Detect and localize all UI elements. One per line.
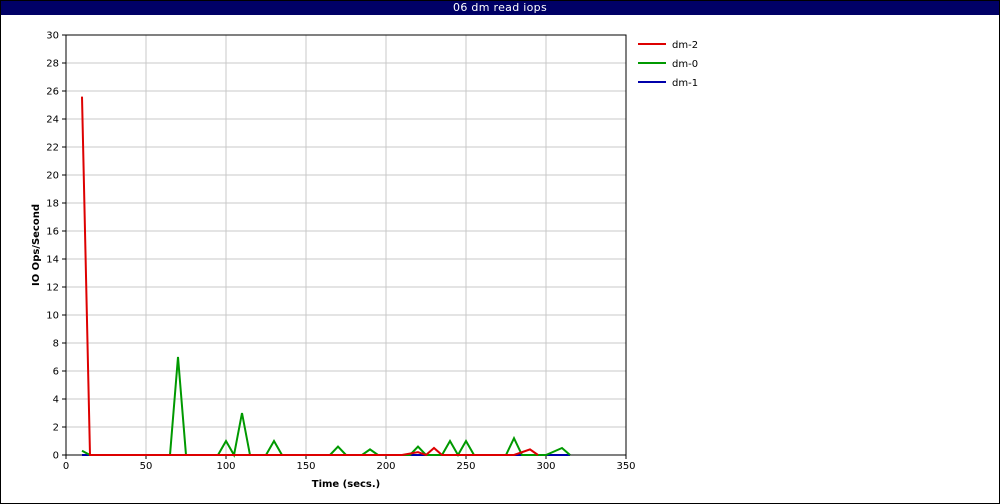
legend-label: dm-0: [672, 59, 698, 70]
y-tick-label: 12: [46, 283, 59, 294]
y-tick-label: 22: [46, 143, 59, 154]
y-tick-label: 28: [46, 59, 59, 70]
y-tick-label: 20: [46, 171, 59, 182]
y-tick-label: 4: [53, 395, 59, 406]
y-tick-label: 30: [46, 31, 59, 42]
y-tick-label: 18: [46, 199, 59, 210]
plot-area: [65, 34, 627, 456]
y-tick-label: 2: [53, 423, 59, 434]
y-tick-label: 16: [46, 227, 59, 238]
y-axis-label: IO Ops/Second: [31, 204, 42, 286]
x-tick-label: 350: [616, 461, 635, 472]
series-line-dm-2: [81, 96, 539, 457]
y-axis-ticks: 024681012141618202224262830: [46, 31, 66, 462]
y-tick-label: 10: [46, 311, 59, 322]
y-tick-label: 14: [46, 255, 59, 266]
x-tick-label: 300: [536, 461, 555, 472]
y-tick-label: 24: [46, 115, 59, 126]
x-axis-label: Time (secs.): [312, 479, 381, 490]
legend-label: dm-2: [672, 40, 698, 51]
x-tick-label: 50: [140, 461, 153, 472]
x-axis-ticks: 0 50 100 150 200 250 300 350: [63, 455, 636, 472]
grid-lines: [65, 34, 627, 456]
x-tick-label: 150: [296, 461, 315, 472]
y-tick-label: 26: [46, 87, 59, 98]
series-line-dm-0: [81, 356, 571, 458]
x-tick-label: 250: [456, 461, 475, 472]
series-lines: [81, 96, 571, 458]
y-tick-label: 0: [53, 451, 59, 462]
x-tick-label: 200: [376, 461, 395, 472]
x-tick-label: 100: [216, 461, 235, 472]
x-tick-label: 0: [63, 461, 69, 472]
legend: dm-2 dm-0 dm-1: [638, 40, 698, 89]
chart-svg: 0 50 100 150 200 250 300 350 024681012141618202…: [31, 31, 698, 491]
legend-label: dm-1: [672, 78, 698, 89]
y-tick-label: 8: [53, 339, 59, 350]
y-tick-label: 6: [53, 367, 59, 378]
